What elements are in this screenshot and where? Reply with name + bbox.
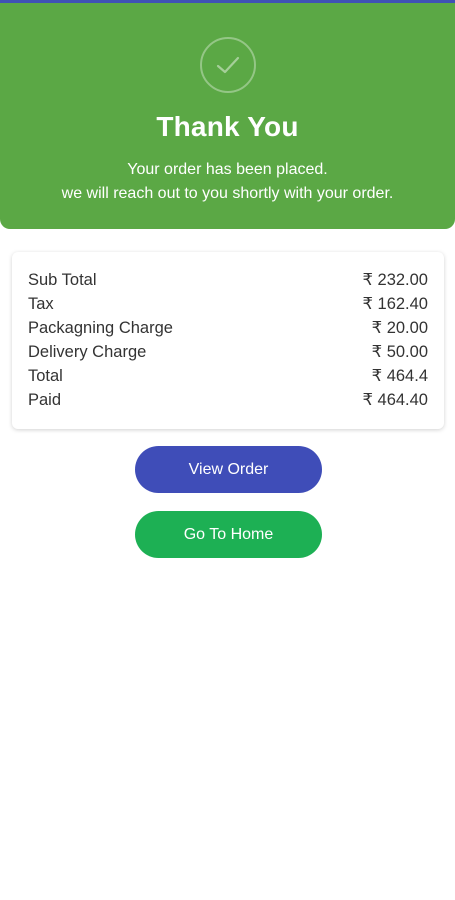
reach-out-message: we will reach out to you shortly with yo… [61,185,394,202]
summary-row-subtotal: Sub Total ₹ 232.00 [28,268,428,292]
order-success-banner: Thank You Your order has been placed. we… [0,3,455,229]
summary-label: Packagning Charge [28,318,173,337]
summary-row-tax: Tax ₹ 162.40 [28,292,428,316]
summary-label: Sub Total [28,270,97,289]
summary-value: ₹ 232.00 [362,271,428,289]
summary-label: Total [28,366,63,385]
summary-row-total: Total ₹ 464.4 [28,364,428,388]
go-to-home-button[interactable]: Go To Home [135,511,322,558]
summary-value: ₹ 162.40 [362,295,428,313]
summary-label: Paid [28,390,62,409]
summary-row-packaging: Packagning Charge ₹ 20.00 [28,316,428,340]
summary-label: Delivery Charge [28,342,147,361]
check-icon [200,37,256,93]
summary-value: ₹ 464.40 [362,391,428,409]
summary-value: ₹ 20.00 [371,319,428,337]
summary-row-paid: Paid ₹ 464.40 [28,388,428,412]
summary-value: ₹ 464.4 [371,367,428,385]
summary-label: Tax [28,294,54,313]
order-placed-message: Your order has been placed. [127,161,328,178]
order-summary-card: Sub Total ₹ 232.00 Tax ₹ 162.40 Packagni… [12,252,444,429]
view-order-button[interactable]: View Order [135,446,322,493]
summary-row-delivery: Delivery Charge ₹ 50.00 [28,340,428,364]
summary-value: ₹ 50.00 [371,343,428,361]
thank-you-title: Thank You [156,111,299,142]
